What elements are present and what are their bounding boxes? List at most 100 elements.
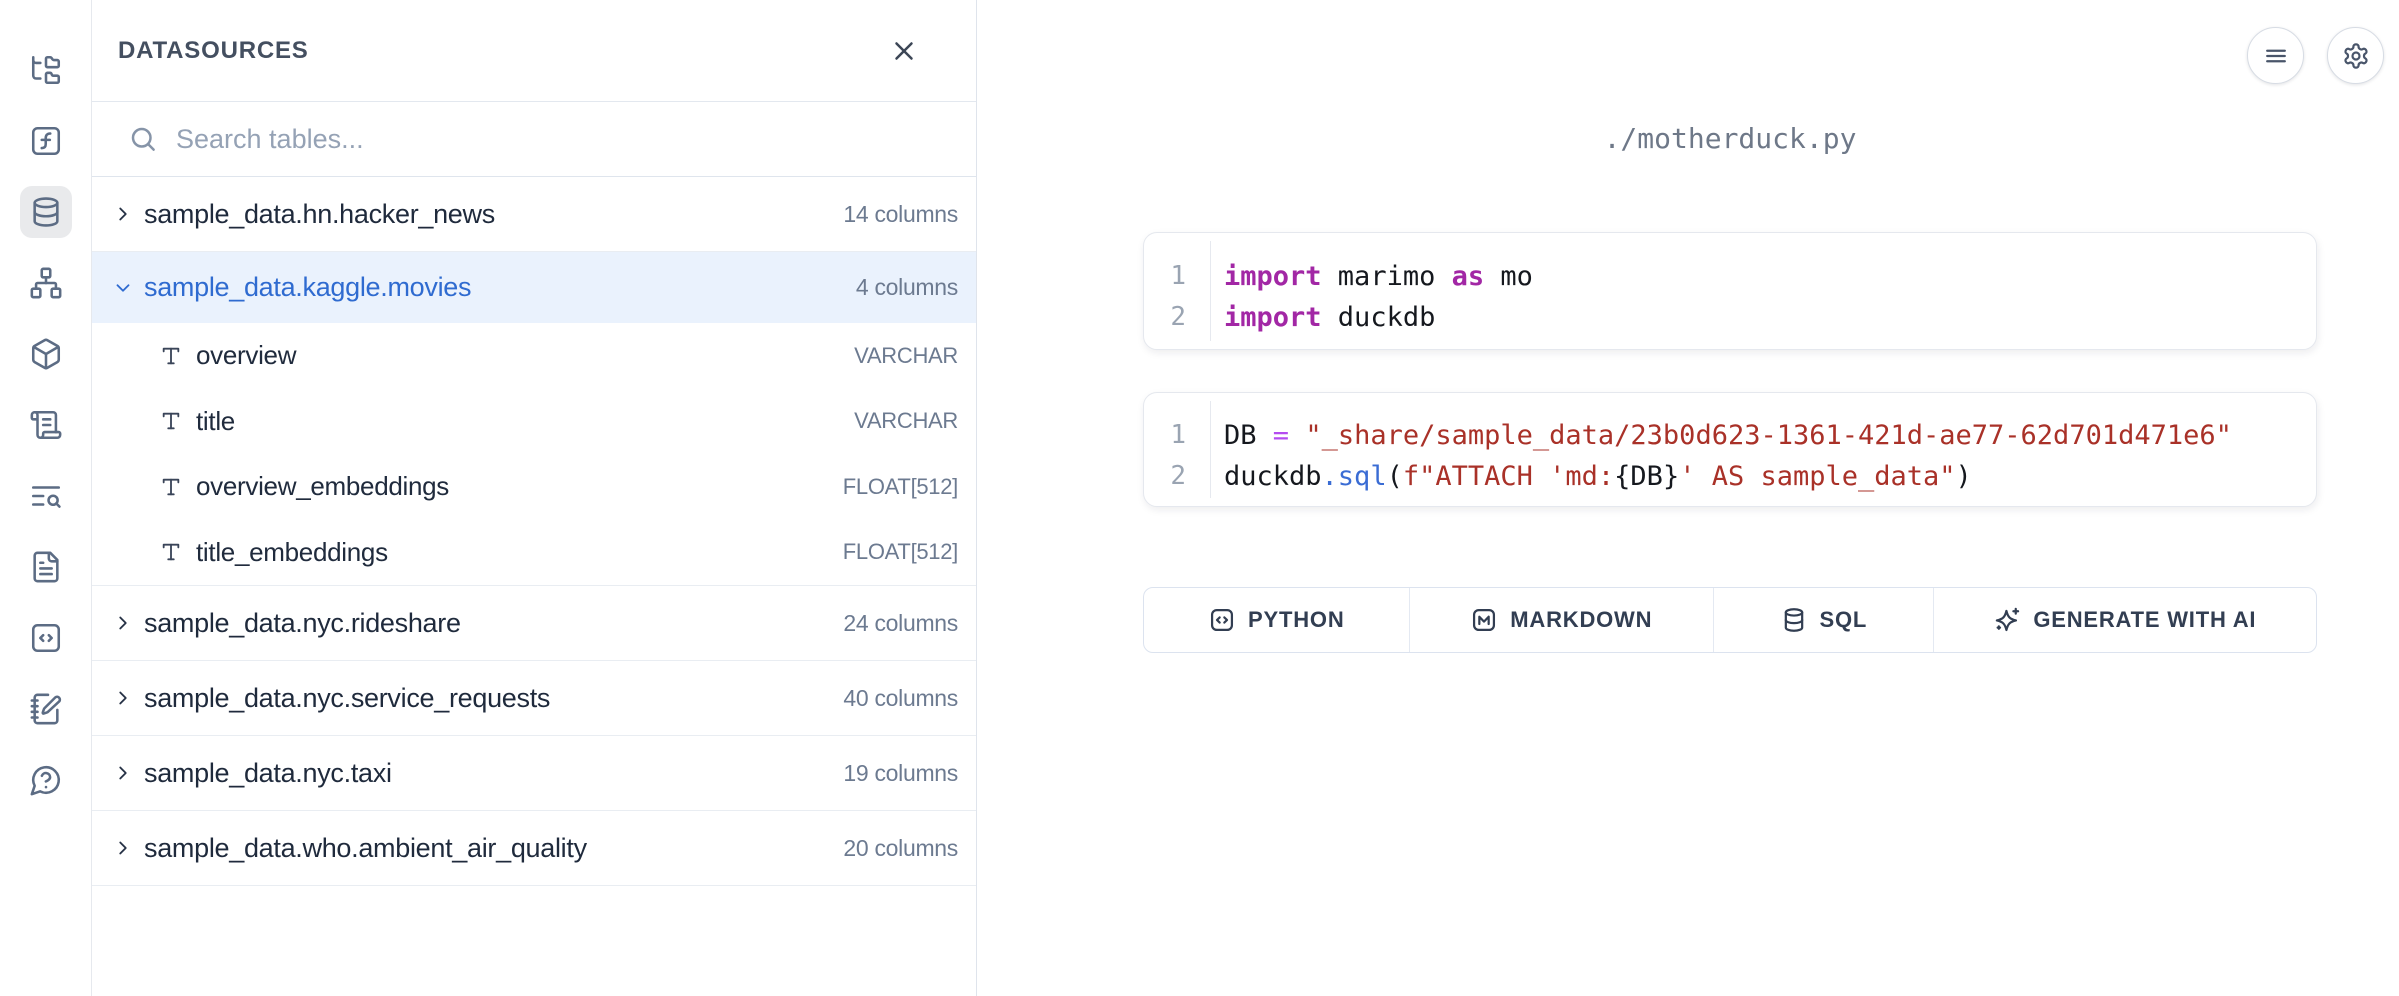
column-row-overview-embeddings[interactable]: overview_embeddings FLOAT[512] <box>92 454 976 520</box>
code-token: import <box>1224 302 1322 333</box>
code-token: f"ATTACH 'md: <box>1403 461 1614 492</box>
code-editor: DB = "_share/sample_data/23b0d623-1361-4… <box>1211 393 2232 506</box>
table-list: sample_data.hn.hacker_news 14 columns sa… <box>92 177 976 886</box>
notebook-menu-button[interactable] <box>2247 27 2304 84</box>
column-row-title[interactable]: title VARCHAR <box>92 389 976 455</box>
code-line: import marimo as mo <box>1224 256 1533 297</box>
generate-with-ai-button[interactable]: GENERATE WITH AI <box>1934 588 2316 652</box>
table-name: sample_data.nyc.rideshare <box>144 608 461 639</box>
table-column-count: 40 columns <box>843 685 958 712</box>
code-token: mo <box>1484 261 1533 292</box>
text-type-icon <box>160 541 182 563</box>
documentation-icon <box>29 550 63 584</box>
column-list: overview VARCHAR title VARCHAR overview_… <box>92 323 976 586</box>
panel-header: DATASOURCES <box>92 0 976 102</box>
chevron-right-icon <box>112 837 134 859</box>
column-type: FLOAT[512] <box>843 539 958 565</box>
close-icon <box>889 36 919 66</box>
code-token: duckdb <box>1322 302 1436 333</box>
button-label: MARKDOWN <box>1510 607 1652 633</box>
column-type: FLOAT[512] <box>843 474 958 500</box>
notebook-filename[interactable]: ./motherduck.py <box>1143 122 2317 155</box>
code-cell[interactable]: 1 2 import marimo as mo import duckdb <box>1143 232 2317 350</box>
column-row-overview[interactable]: overview VARCHAR <box>92 323 976 389</box>
code-line: DB = "_share/sample_data/23b0d623-1361-4… <box>1224 415 2232 456</box>
sidebar-item-variables[interactable] <box>20 115 72 167</box>
search-icon <box>128 124 158 154</box>
database-icon <box>1780 606 1808 634</box>
button-label: SQL <box>1820 607 1868 633</box>
sidebar-item-datasources[interactable] <box>20 186 72 238</box>
code-line: import duckdb <box>1224 297 1533 338</box>
code-token: = <box>1273 420 1289 451</box>
marimo-app: DATASOURCES sample_data.hn.hacker_news 1… <box>0 0 2399 996</box>
dependency-graph-icon <box>29 266 63 300</box>
table-column-count: 14 columns <box>843 201 958 228</box>
scratchpad-icon <box>29 692 63 726</box>
sidebar-item-logs[interactable] <box>20 399 72 451</box>
table-row-kaggle-movies[interactable]: sample_data.kaggle.movies 4 columns <box>92 252 976 323</box>
column-name: title_embeddings <box>196 537 388 568</box>
column-name: overview_embeddings <box>196 471 449 502</box>
sidebar-item-help[interactable] <box>20 754 72 806</box>
sparkles-icon <box>1993 606 2021 634</box>
button-label: PYTHON <box>1248 607 1344 633</box>
code-cell[interactable]: 1 2 DB = "_share/sample_data/23b0d623-13… <box>1143 392 2317 507</box>
sidebar-item-scratchpad[interactable] <box>20 683 72 735</box>
code-token: as <box>1452 261 1485 292</box>
sidebar-item-files[interactable] <box>20 44 72 96</box>
column-type: VARCHAR <box>854 343 958 369</box>
line-number-gutter: 1 2 <box>1144 401 1211 498</box>
search-input[interactable] <box>176 109 976 169</box>
settings-button[interactable] <box>2327 27 2384 84</box>
list-search-icon <box>29 479 63 513</box>
notebook-canvas: ./motherduck.py 1 2 import marimo as mo … <box>977 0 2399 996</box>
table-column-count: 24 columns <box>843 610 958 637</box>
line-number: 2 <box>1144 297 1210 338</box>
chevron-down-icon <box>112 277 134 299</box>
sidebar-item-outline[interactable] <box>20 470 72 522</box>
line-number: 1 <box>1144 415 1210 456</box>
code-token: {DB} <box>1614 461 1679 492</box>
table-row-rideshare[interactable]: sample_data.nyc.rideshare 24 columns <box>92 586 976 661</box>
table-row-hacker-news[interactable]: sample_data.hn.hacker_news 14 columns <box>92 177 976 252</box>
add-markdown-cell-button[interactable]: MARKDOWN <box>1410 588 1714 652</box>
column-row-title-embeddings[interactable]: title_embeddings FLOAT[512] <box>92 520 976 586</box>
chevron-right-icon <box>112 762 134 784</box>
file-tree-icon <box>29 53 63 87</box>
snippets-icon <box>29 621 63 655</box>
code-token: "_share/sample_data/23b0d623-1361-421d-a… <box>1305 420 2232 451</box>
datasources-panel: DATASOURCES sample_data.hn.hacker_news 1… <box>92 0 977 996</box>
database-icon <box>29 195 63 229</box>
line-number-gutter: 1 2 <box>1144 241 1211 341</box>
code-token: .sql <box>1322 461 1387 492</box>
code-token: DB <box>1224 420 1273 451</box>
close-panel-button[interactable] <box>884 31 924 71</box>
table-column-count: 20 columns <box>843 835 958 862</box>
table-row-taxi[interactable]: sample_data.nyc.taxi 19 columns <box>92 736 976 811</box>
chevron-right-icon <box>112 687 134 709</box>
sidebar-item-documentation[interactable] <box>20 541 72 593</box>
sidebar-item-dependencies[interactable] <box>20 257 72 309</box>
text-type-icon <box>160 345 182 367</box>
help-chat-icon <box>29 763 63 797</box>
code-token: ( <box>1387 461 1403 492</box>
line-number: 1 <box>1144 256 1210 297</box>
sidebar-item-snippets[interactable] <box>20 612 72 664</box>
column-name: title <box>196 406 235 437</box>
code-token: ' AS sample_data" <box>1679 461 1955 492</box>
add-sql-cell-button[interactable]: SQL <box>1714 588 1934 652</box>
logs-scroll-icon <box>29 408 63 442</box>
sidebar-item-packages[interactable] <box>20 328 72 380</box>
add-python-cell-button[interactable]: PYTHON <box>1144 588 1410 652</box>
line-number: 2 <box>1144 456 1210 497</box>
chevron-right-icon <box>112 203 134 225</box>
column-type: VARCHAR <box>854 408 958 434</box>
column-name: overview <box>196 340 296 371</box>
table-column-count: 4 columns <box>856 274 958 301</box>
add-cell-buttons: PYTHON MARKDOWN SQL <box>1143 587 2317 653</box>
table-row-ambient-air-quality[interactable]: sample_data.who.ambient_air_quality 20 c… <box>92 811 976 886</box>
gear-icon <box>2342 42 2370 70</box>
code-token <box>1289 420 1305 451</box>
table-row-service-requests[interactable]: sample_data.nyc.service_requests 40 colu… <box>92 661 976 736</box>
